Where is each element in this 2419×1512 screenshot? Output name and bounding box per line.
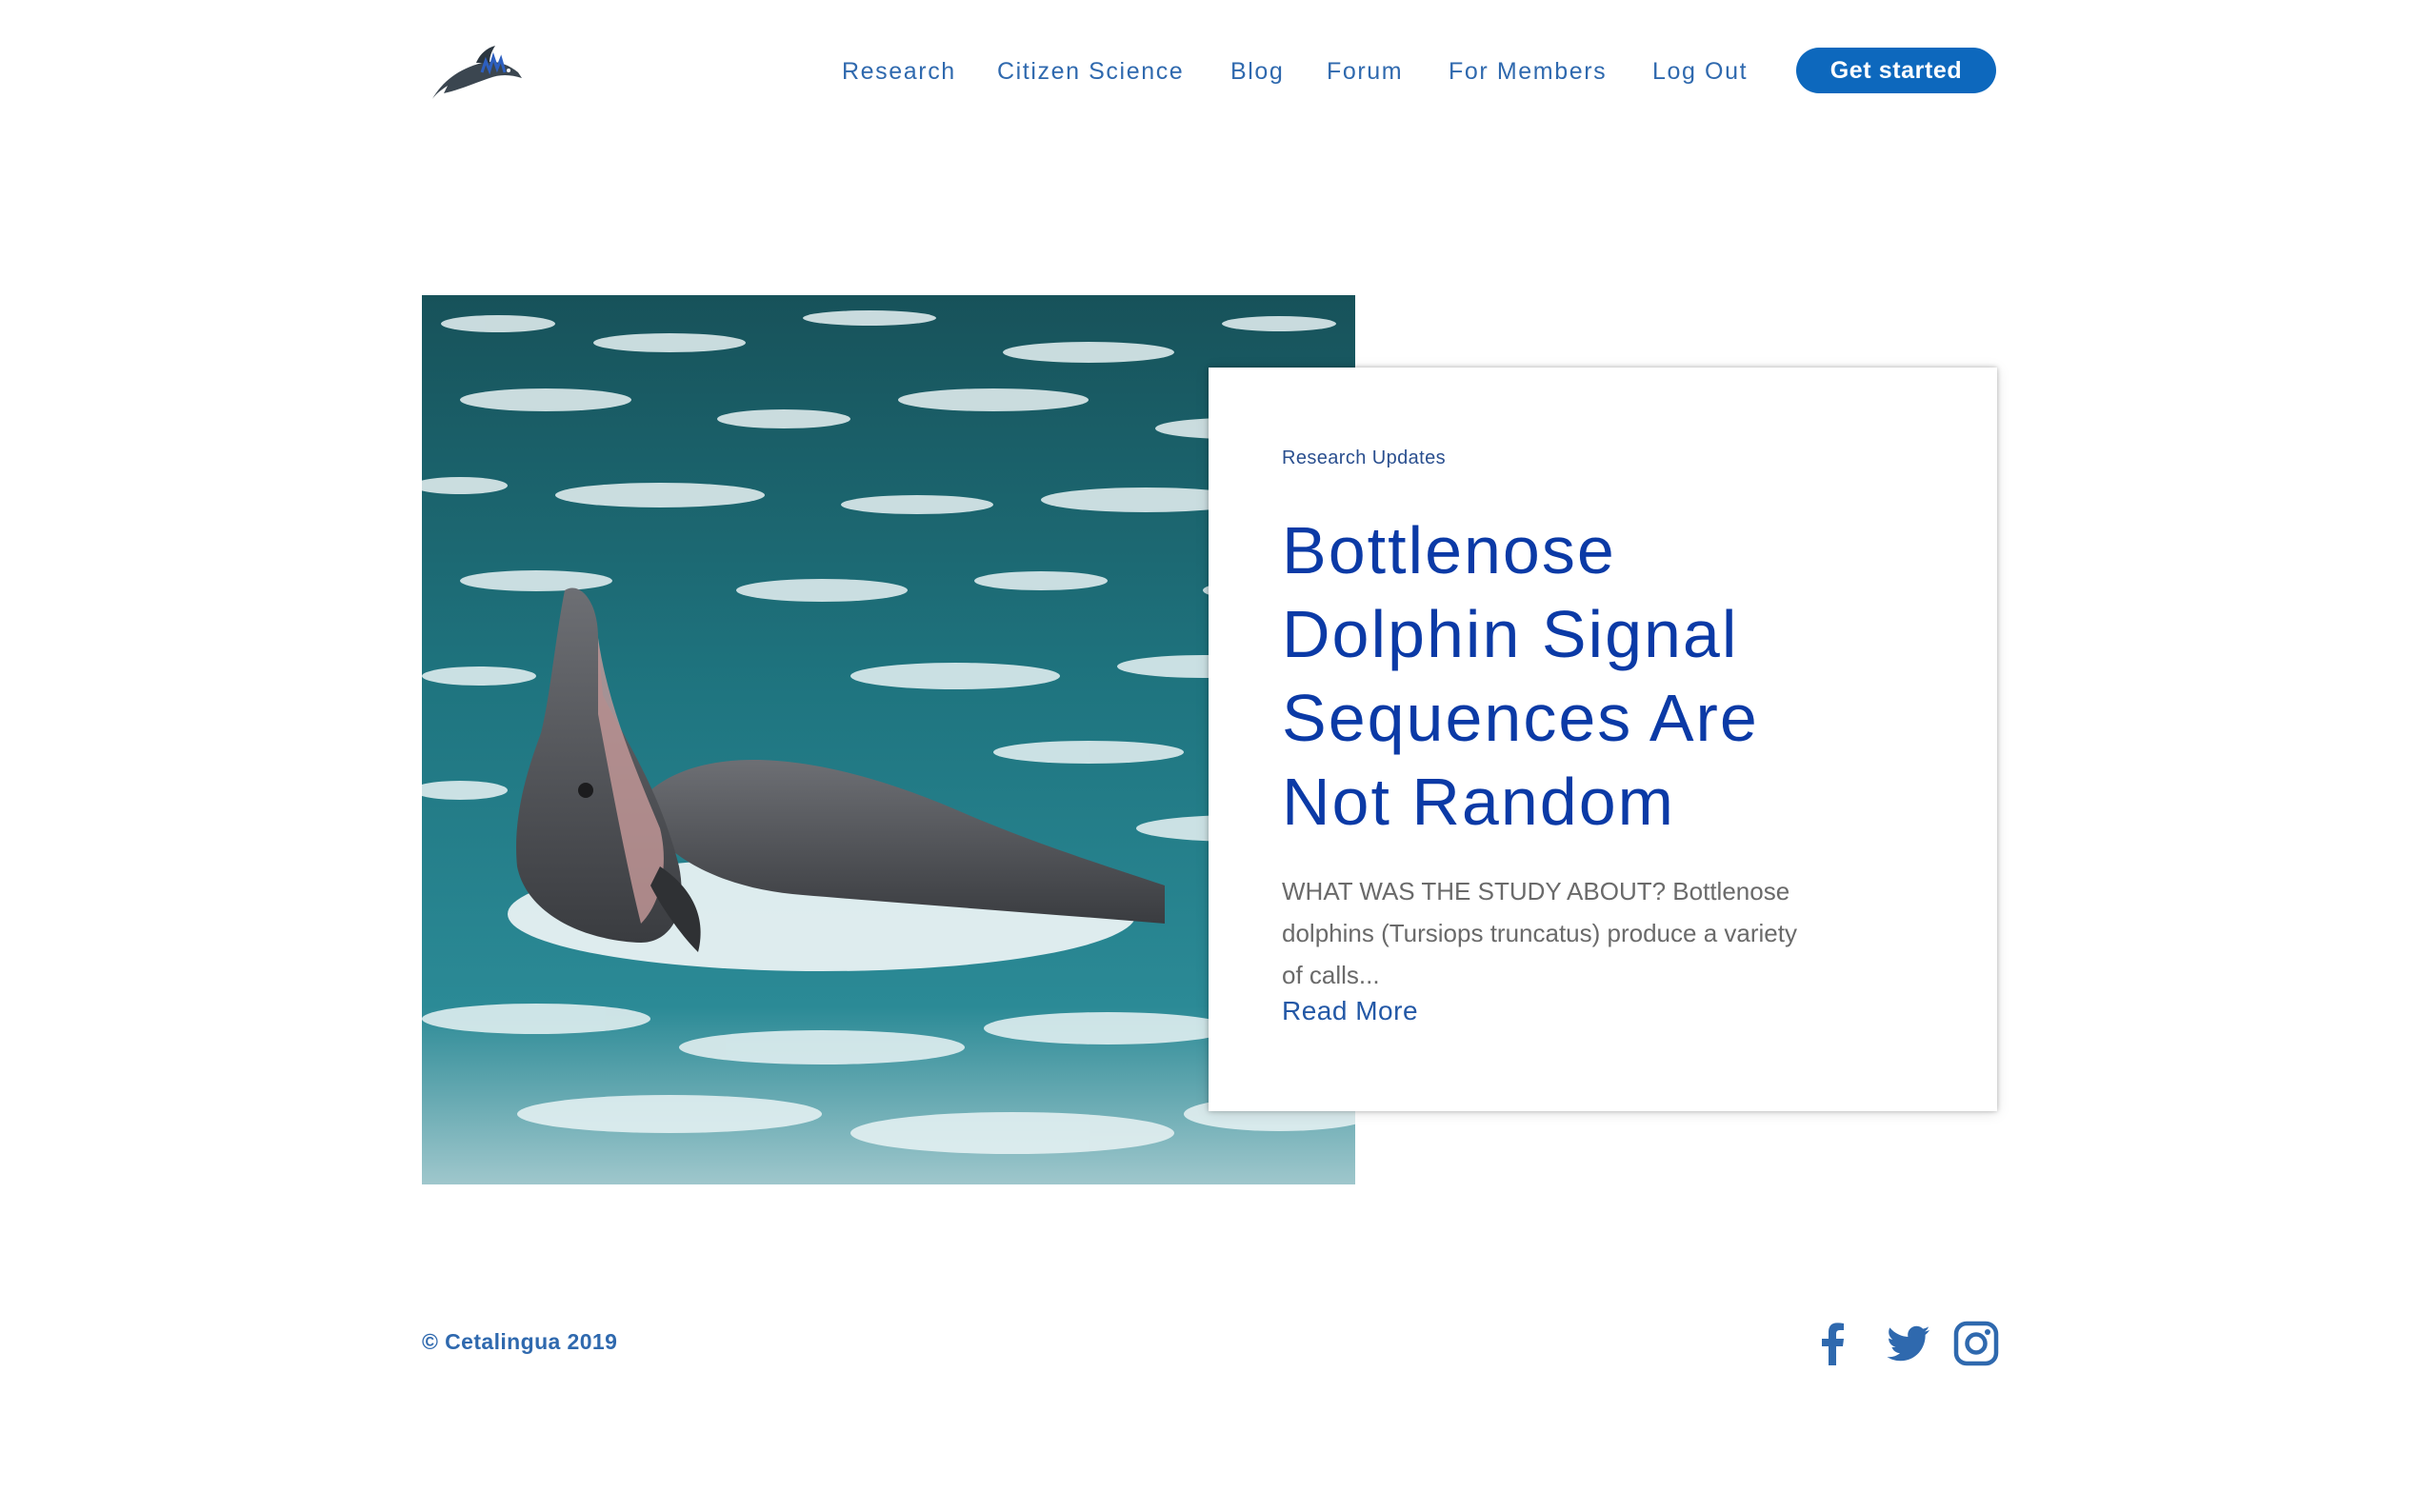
post-title-line: Not Random <box>1282 765 1675 839</box>
nav-item-forum[interactable]: Forum <box>1327 48 1403 95</box>
post-card: Research Updates Bottlenose Dolphin Sign… <box>1209 368 1997 1111</box>
post-category-link[interactable]: Research Updates <box>1282 448 1446 469</box>
nav-item-blog[interactable]: Blog <box>1230 48 1284 95</box>
post-title-line: Bottlenose <box>1282 513 1616 587</box>
main-nav: Research Citizen Science Blog Forum For … <box>842 48 1996 95</box>
post-excerpt-line: WHAT WAS THE STUDY ABOUT? Bottlenose <box>1282 877 1790 905</box>
nav-item-research[interactable]: Research <box>842 48 956 95</box>
get-started-button[interactable]: Get started <box>1796 48 1996 93</box>
instagram-icon[interactable] <box>1952 1320 2000 1367</box>
nav-item-for-members[interactable]: For Members <box>1449 48 1607 95</box>
facebook-icon[interactable] <box>1809 1320 1857 1367</box>
post-title-line: Dolphin Signal <box>1282 597 1739 671</box>
post-excerpt: WHAT WAS THE STUDY ABOUT? Bottlenose dol… <box>1282 870 1939 996</box>
nav-item-log-out[interactable]: Log Out <box>1652 48 1748 95</box>
nav-item-citizen-science[interactable]: Citizen Science <box>997 48 1184 95</box>
post-excerpt-line: dolphins (Tursiops truncatus) produce a … <box>1282 919 1797 947</box>
twitter-icon[interactable] <box>1886 1320 1933 1367</box>
footer-copyright: © Cetalingua 2019 <box>422 1329 618 1354</box>
post-title[interactable]: Bottlenose Dolphin Signal Sequences Are … <box>1282 508 1891 844</box>
read-more-link[interactable]: Read More <box>1282 996 1418 1026</box>
post-excerpt-line: of calls... <box>1282 961 1380 989</box>
page: Research Citizen Science Blog Forum For … <box>0 0 2419 1512</box>
dolphin-logo-icon[interactable] <box>427 40 526 103</box>
post-title-line: Sequences Are <box>1282 681 1759 755</box>
